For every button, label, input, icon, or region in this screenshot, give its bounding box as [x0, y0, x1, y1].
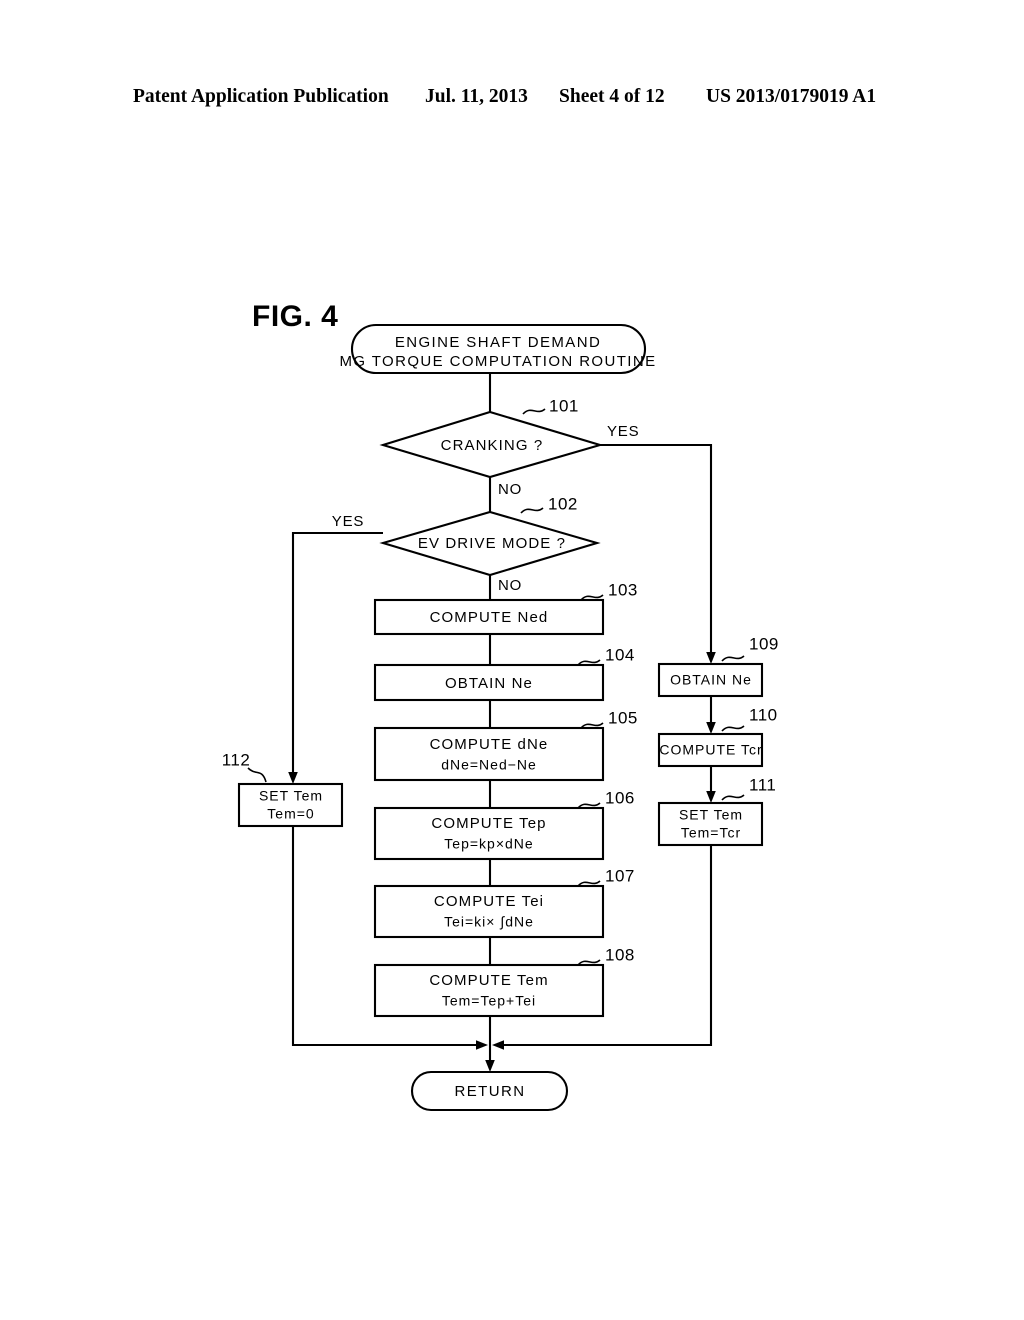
process-111-line1: SET Tem	[679, 807, 743, 823]
ref-numeral-105: 105	[608, 708, 638, 727]
process-105-line1: COMPUTE dNe	[430, 736, 549, 753]
flowchart-node-start[interactable]: ENGINE SHAFT DEMAND MG TORQUE COMPUTATIO…	[340, 323, 657, 375]
decision-102-label: EV DRIVE MODE ?	[418, 535, 566, 552]
leader-102	[520, 507, 544, 514]
ref-numeral-111: 111	[749, 775, 776, 794]
arrowhead-to-return	[485, 1060, 495, 1072]
return-terminal-label: RETURN	[455, 1083, 526, 1100]
connector-102-yes-to-112	[291, 531, 383, 775]
start-terminal-line1: ENGINE SHAFT DEMAND	[395, 334, 601, 351]
leader-112	[247, 767, 267, 783]
process-107-line1: COMPUTE Tei	[434, 893, 544, 910]
process-112-line1: SET Tem	[259, 788, 323, 804]
leader-110	[721, 725, 745, 732]
flowchart-node-109[interactable]: OBTAIN Ne 109	[657, 634, 779, 698]
process-107-line2: Tei=ki× ∫dNe	[444, 914, 534, 930]
ref-numeral-106: 106	[605, 788, 635, 807]
flowchart-node-105[interactable]: COMPUTE dNe dNe=Ned−Ne 105	[373, 708, 638, 782]
ref-numeral-101: 101	[549, 396, 579, 415]
arrowhead-to-112	[288, 772, 298, 784]
arrowhead-to-109	[706, 652, 716, 664]
process-108-line1: COMPUTE Tem	[429, 972, 548, 989]
process-109-label: OBTAIN Ne	[670, 672, 752, 688]
branch-label-102-no: NO	[498, 577, 522, 594]
ref-numeral-104: 104	[605, 645, 635, 664]
leader-111	[721, 794, 745, 801]
ref-numeral-107: 107	[605, 866, 635, 885]
ref-numeral-108: 108	[605, 945, 635, 964]
flowchart-diagram: ENGINE SHAFT DEMAND MG TORQUE COMPUTATIO…	[222, 323, 779, 1112]
ref-numeral-112: 112	[222, 750, 251, 769]
arrowhead-merge-left	[476, 1040, 488, 1050]
connector-101-yes-to-109	[600, 443, 713, 655]
decision-101-label: CRANKING ?	[441, 437, 544, 454]
patent-page: Patent Application Publication Jul. 11, …	[0, 0, 1024, 1320]
flowchart-node-101[interactable]: CRANKING ? 101 YES NO	[379, 396, 639, 498]
process-108-line2: Tem=Tep+Tei	[442, 993, 536, 1009]
ref-numeral-110: 110	[749, 705, 778, 724]
process-103-label: COMPUTE Ned	[430, 609, 549, 626]
ref-numeral-103: 103	[608, 580, 638, 599]
process-106-line1: COMPUTE Tep	[431, 815, 546, 832]
branch-label-101-no: NO	[498, 481, 522, 498]
process-105-line2: dNe=Ned−Ne	[441, 757, 537, 773]
flowchart-node-107[interactable]: COMPUTE Tei Tei=ki× ∫dNe 107	[373, 866, 635, 939]
flowchart-node-112[interactable]: SET Tem Tem=0 112	[222, 750, 344, 828]
flowchart-node-104[interactable]: OBTAIN Ne 104	[373, 645, 635, 702]
flowchart-node-108[interactable]: COMPUTE Tem Tem=Tep+Tei 108	[373, 945, 635, 1018]
flowchart-node-102[interactable]: EV DRIVE MODE ? 102 YES NO	[332, 494, 601, 594]
process-111-line2: Tem=Tcr	[681, 825, 741, 841]
flowchart-node-return[interactable]: RETURN	[410, 1070, 569, 1112]
process-104-label: OBTAIN Ne	[445, 675, 533, 692]
process-106-line2: Tep=kp×dNe	[444, 836, 533, 852]
leader-101	[522, 408, 546, 415]
flowchart-node-106[interactable]: COMPUTE Tep Tep=kp×dNe 106	[373, 788, 635, 861]
flowchart-node-111[interactable]: SET Tem Tem=Tcr 111	[657, 775, 776, 847]
branch-label-102-yes: YES	[332, 513, 364, 530]
ref-numeral-102: 102	[548, 494, 578, 513]
arrowhead-to-111	[706, 791, 716, 803]
start-terminal-line2: MG TORQUE COMPUTATION ROUTINE	[340, 353, 657, 370]
ref-numeral-109: 109	[749, 634, 779, 653]
process-112-line2: Tem=0	[267, 806, 314, 822]
flowchart-node-110[interactable]: COMPUTE Tcr 110	[657, 705, 778, 768]
arrowhead-merge-right	[492, 1040, 504, 1050]
branch-label-101-yes: YES	[607, 423, 639, 440]
leader-109	[721, 655, 745, 662]
arrowhead-to-110	[706, 722, 716, 734]
process-110-label: COMPUTE Tcr	[659, 742, 762, 758]
